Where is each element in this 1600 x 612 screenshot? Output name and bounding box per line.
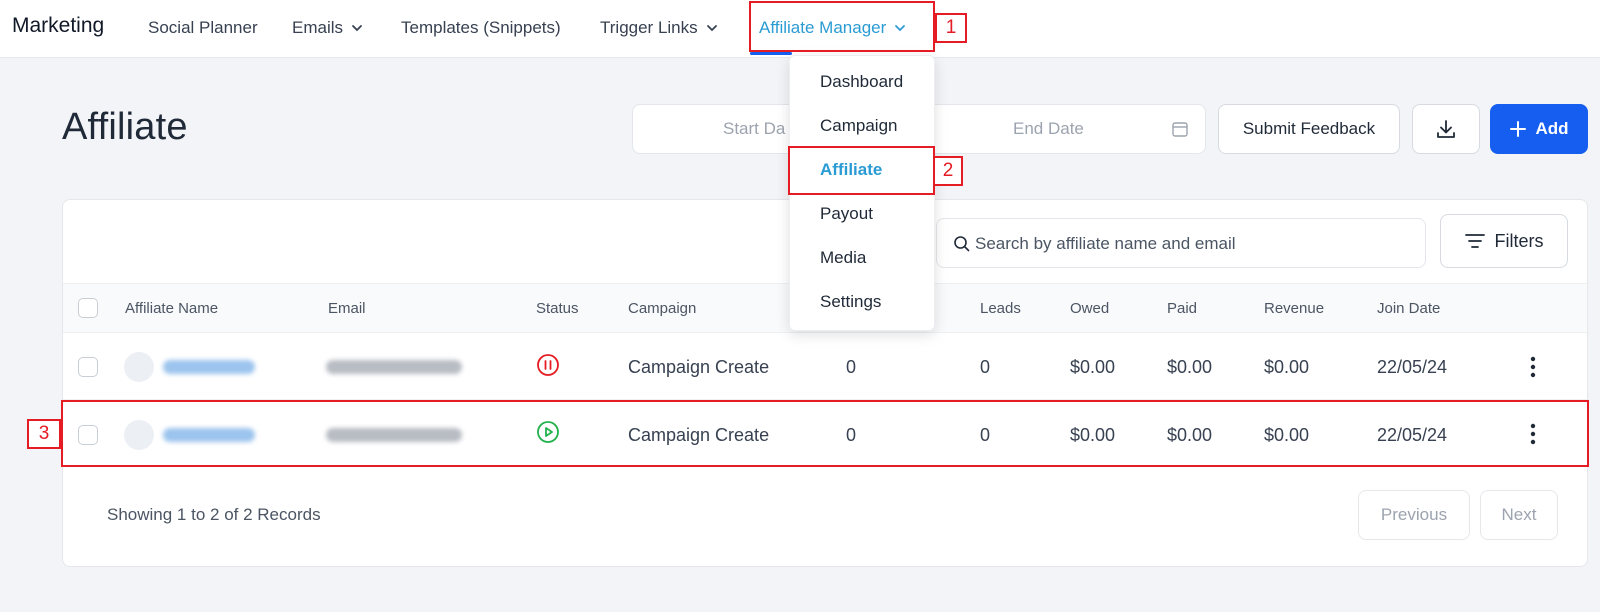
- affiliate-name-link[interactable]: [163, 360, 255, 374]
- leads-cell: 0: [980, 357, 991, 377]
- next-label: Next: [1501, 505, 1537, 524]
- brand-title: Marketing: [12, 14, 105, 37]
- chevron-down-icon: [706, 25, 717, 32]
- owed-cell: $0.00: [1070, 357, 1116, 377]
- column-header-owed[interactable]: Owed: [1070, 300, 1109, 317]
- annotation-box-1: [749, 1, 935, 52]
- next-page-button[interactable]: Next: [1480, 490, 1558, 540]
- submit-feedback-button[interactable]: Submit Feedback: [1218, 104, 1400, 154]
- dropdown-item-payout[interactable]: Payout: [820, 204, 873, 224]
- nav-templates[interactable]: Templates (Snippets): [401, 18, 561, 38]
- search-placeholder: Search by affiliate name and email: [975, 234, 1236, 253]
- nav-social-planner[interactable]: Social Planner: [148, 18, 258, 38]
- annotation-box-2: [788, 146, 935, 195]
- select-all-checkbox[interactable]: [78, 298, 98, 318]
- download-button[interactable]: [1412, 104, 1480, 154]
- chevron-down-icon: [352, 25, 362, 32]
- dropdown-item-campaign[interactable]: Campaign: [820, 116, 898, 136]
- column-header-status[interactable]: Status: [536, 300, 579, 317]
- search-icon: [954, 236, 970, 252]
- column-header-affiliate-name[interactable]: Affiliate Name: [125, 300, 218, 317]
- column-header-join-date[interactable]: Join Date: [1377, 300, 1440, 317]
- join-date-cell: 22/05/24: [1377, 357, 1448, 377]
- annotation-box-3: [61, 400, 1589, 467]
- nav-label: Templates (Snippets): [401, 18, 561, 37]
- nav-label: Trigger Links: [600, 18, 698, 37]
- paid-cell: $0.00: [1167, 357, 1213, 377]
- plus-icon: [1510, 121, 1527, 137]
- previous-label: Previous: [1380, 505, 1448, 524]
- column-header-paid[interactable]: Paid: [1167, 300, 1197, 317]
- previous-page-button[interactable]: Previous: [1358, 490, 1470, 540]
- calendar-icon: [1172, 122, 1188, 137]
- column-header-email[interactable]: Email: [328, 300, 366, 317]
- dropdown-item-dashboard[interactable]: Dashboard: [820, 72, 903, 92]
- start-date-placeholder: Start Da: [723, 119, 786, 138]
- pause-circle-icon[interactable]: [536, 353, 560, 377]
- dropdown-item-media[interactable]: Media: [820, 248, 866, 268]
- annotation-label-1: 1: [935, 13, 967, 43]
- submit-feedback-label: Submit Feedback: [1242, 119, 1376, 138]
- kebab-menu-icon[interactable]: [1530, 356, 1536, 378]
- column-header-campaign[interactable]: Campaign: [628, 300, 696, 317]
- filters-label: Filters: [1494, 230, 1544, 251]
- annotation-label-3: 3: [27, 419, 61, 449]
- active-nav-indicator: [750, 52, 792, 55]
- filters-button[interactable]: Filters: [1440, 214, 1568, 268]
- revenue-cell: $0.00: [1264, 357, 1310, 377]
- nav-label: Social Planner: [148, 18, 258, 37]
- column-header-revenue[interactable]: Revenue: [1264, 300, 1324, 317]
- download-icon: [1437, 120, 1455, 138]
- table-cell: 0: [846, 357, 857, 377]
- add-affiliate-button[interactable]: Add: [1490, 104, 1588, 154]
- search-input[interactable]: Search by affiliate name and email: [936, 218, 1426, 268]
- dropdown-item-settings[interactable]: Settings: [820, 292, 881, 312]
- nav-emails[interactable]: Emails: [292, 18, 363, 38]
- avatar: [124, 352, 154, 382]
- records-count: Showing 1 to 2 of 2 Records: [107, 505, 321, 524]
- annotation-label-2: 2: [933, 156, 963, 186]
- campaign-cell: Campaign Create: [628, 357, 770, 377]
- nav-label: Emails: [292, 18, 344, 37]
- column-header-leads[interactable]: Leads: [980, 300, 1021, 317]
- end-date-placeholder: End Date: [1013, 119, 1084, 138]
- row-checkbox[interactable]: [78, 357, 98, 377]
- add-label: Add: [1535, 119, 1569, 138]
- filter-icon: [1464, 234, 1485, 248]
- nav-trigger-links[interactable]: Trigger Links: [600, 18, 718, 38]
- page-title: Affiliate: [62, 106, 188, 148]
- affiliate-email: [326, 360, 462, 374]
